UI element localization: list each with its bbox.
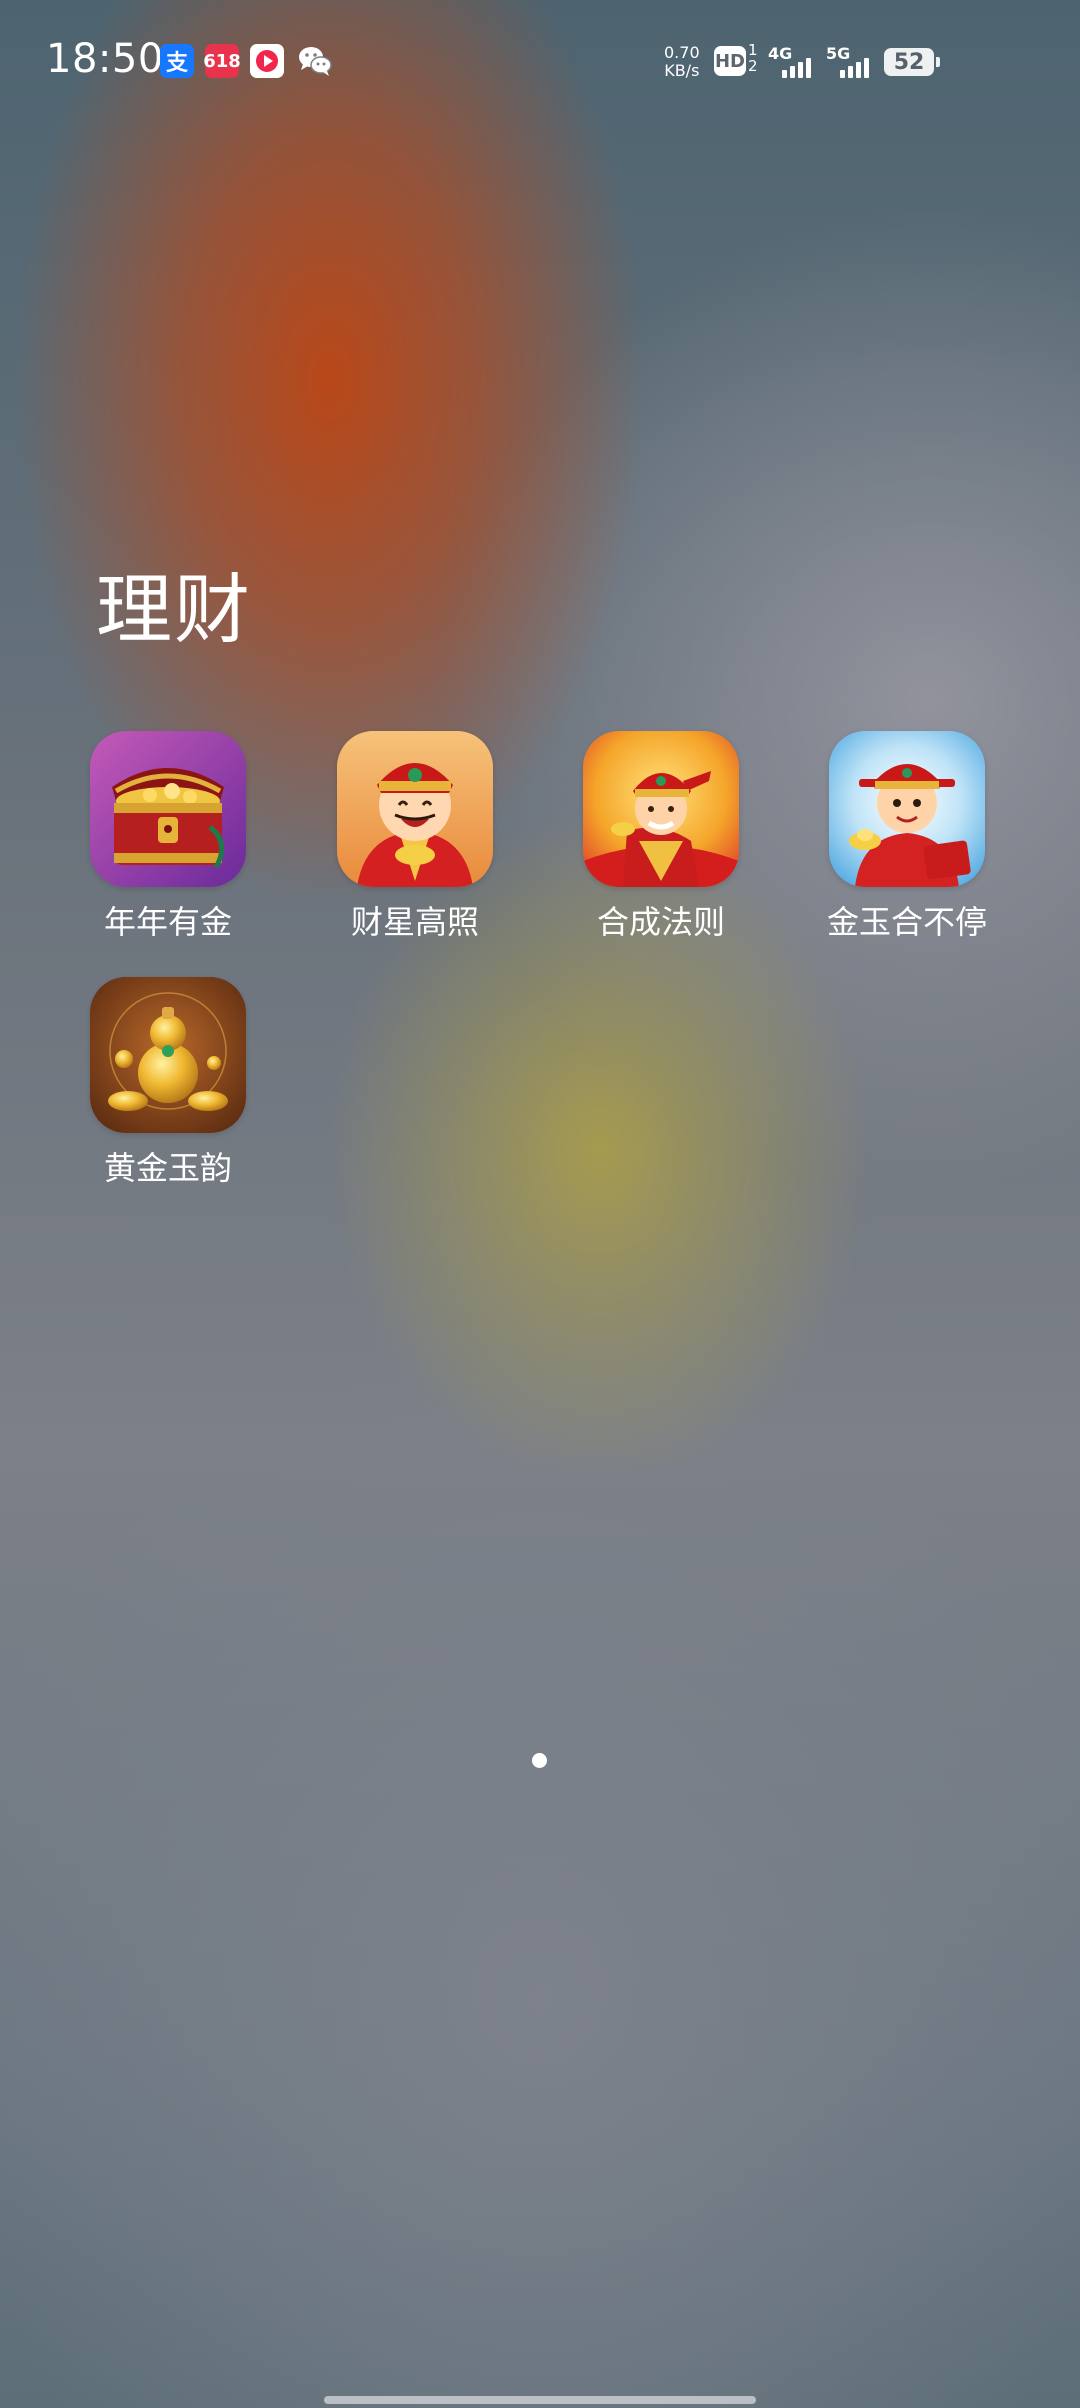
gesture-navigation-bar[interactable] [324,2396,756,2404]
god-of-wealth-running-icon[interactable] [583,731,739,887]
page-indicator-dot [532,1753,547,1768]
app-label: 年年有金 [103,903,232,941]
app-he-cheng-fa-ze[interactable]: 合成法则 [551,731,771,943]
network-speed: 0.70 KB/s [664,44,700,80]
sim-slot-top: 1 [748,41,758,59]
app-label: 金玉合不停 [826,903,987,941]
sim-slot-bottom: 2 [748,57,758,75]
boy-with-gold-ingot-icon[interactable] [829,731,985,887]
app-notification-icon: 618 [203,44,241,78]
alipay-icon: 支 [160,44,194,78]
sim-slot-indicator: 1 2 [748,42,758,74]
god-of-wealth-icon[interactable] [337,731,493,887]
status-bar: 18:50 支 618 0.70 KB/s HD 1 2 4G 5G 52 [0,0,1080,130]
signal-4g-icon: 4G [768,44,828,80]
app-label: 黄金玉韵 [103,1149,232,1187]
golden-gourd-icon[interactable] [90,977,246,1133]
app-jin-yu-he-bu-ting[interactable]: 金玉合不停 [797,731,1017,943]
app-nian-nian-you-jin[interactable]: 年年有金 [58,731,278,943]
treasure-chest-icon[interactable] [90,731,246,887]
video-app-icon [250,44,284,78]
app-label: 合成法则 [596,903,725,941]
hd-voice-icon: HD [714,46,746,76]
app-cai-xing-gao-zhao[interactable]: 财星高照 [305,731,525,943]
folder-title[interactable]: 理财 [96,548,252,658]
network-speed-unit: KB/s [664,61,700,80]
signal-5g-icon: 5G [826,44,886,80]
status-time: 18:50 [46,36,164,82]
network-speed-value: 0.70 [664,43,700,62]
wechat-icon [295,44,335,78]
app-label: 财星高照 [350,903,479,941]
battery-icon: 52 [884,48,940,76]
app-huang-jin-yu-yun[interactable]: 黄金玉韵 [58,977,278,1189]
